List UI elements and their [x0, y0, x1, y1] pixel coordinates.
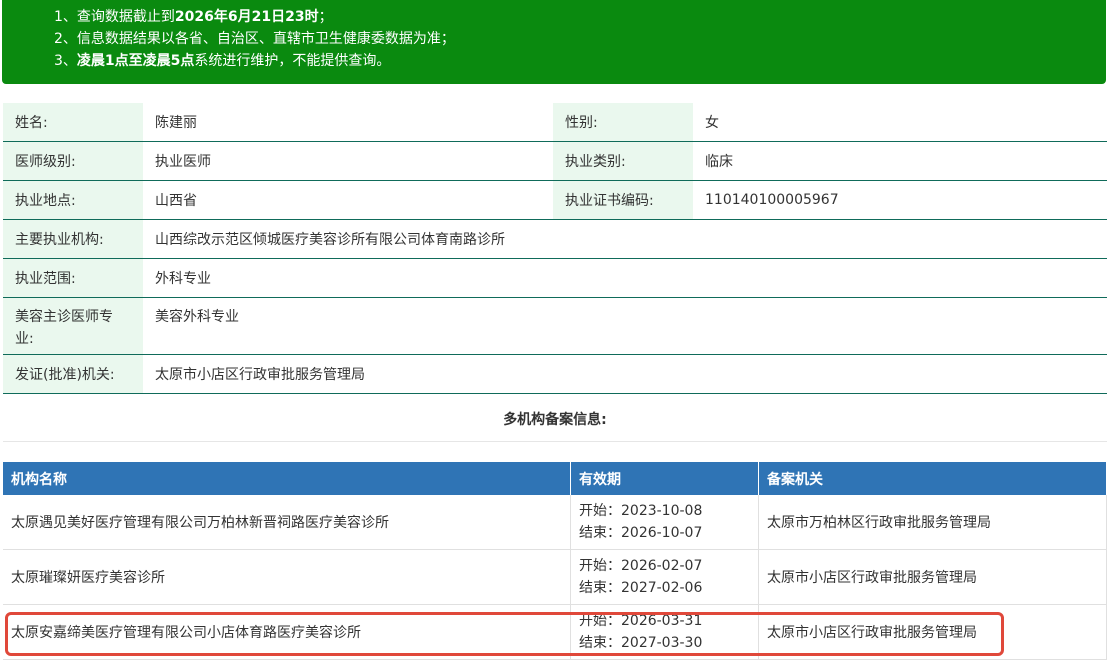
end-date: 结束：2026-10-07 [579, 525, 703, 541]
info-row: 发证(批准)机关: 太原市小店区行政审批服务管理局 [3, 355, 1107, 394]
name-value: 陈建丽 [143, 103, 553, 141]
scope-value: 外科专业 [143, 259, 1107, 297]
org-name: 太原璀璨妍医疗美容诊所 [3, 550, 571, 604]
info-row: 执业范围: 外科专业 [3, 259, 1107, 298]
header-authority: 备案机关 [759, 462, 1107, 495]
notice-line-2: 2、信息数据结果以各省、自治区、直辖市卫生健康委数据为准； [54, 31, 455, 47]
name-label: 姓名: [3, 103, 143, 141]
table-row: 太原璀璨妍医疗美容诊所 开始：2026-02-07 结束：2027-02-06 … [3, 550, 1107, 605]
org-value: 山西综改示范区倾城医疗美容诊所有限公司体育南路诊所 [143, 220, 1107, 258]
location-value: 山西省 [143, 181, 553, 219]
info-row: 医师级别: 执业医师 执业类别: 临床 [3, 142, 1107, 181]
validity: 开始：2026-02-07 结束：2027-02-06 [571, 550, 759, 604]
start-date: 开始：2026-02-07 [579, 558, 703, 574]
level-label: 医师级别: [3, 142, 143, 180]
cert-label: 执业证书编码: [553, 181, 693, 219]
issuer-label: 发证(批准)机关: [3, 355, 143, 393]
authority: 太原市万柏林区行政审批服务管理局 [759, 495, 1107, 549]
validity: 开始：2023-10-08 结束：2026-10-07 [571, 495, 759, 549]
org-name: 太原遇见美好医疗管理有限公司万柏林新晋祠路医疗美容诊所 [3, 495, 571, 549]
beauty-label: 美容主诊医师专业: [3, 298, 143, 354]
info-row: 执业地点: 山西省 执业证书编码: 110140100005967 [3, 181, 1107, 220]
table-row: 太原安嘉缔美医疗管理有限公司小店体育路医疗美容诊所 开始：2026-03-31 … [3, 605, 1107, 660]
doctor-info-table: 姓名: 陈建丽 性别: 女 医师级别: 执业医师 执业类别: 临床 执业地点: … [3, 103, 1107, 394]
info-row: 美容主诊医师专业: 美容外科专业 [3, 298, 1107, 355]
end-date: 结束：2027-03-30 [579, 635, 703, 651]
category-label: 执业类别: [553, 142, 693, 180]
start-date: 开始：2023-10-08 [579, 503, 703, 519]
info-row: 姓名: 陈建丽 性别: 女 [3, 103, 1107, 142]
table-row: 太原遇见美好医疗管理有限公司万柏林新晋祠路医疗美容诊所 开始：2023-10-0… [3, 495, 1107, 550]
multi-org-title: 多机构备案信息: [3, 400, 1107, 442]
info-row: 主要执业机构: 山西综改示范区倾城医疗美容诊所有限公司体育南路诊所 [3, 220, 1107, 259]
gender-label: 性别: [553, 103, 693, 141]
category-value: 临床 [693, 142, 1107, 180]
org-label: 主要执业机构: [3, 220, 143, 258]
level-value: 执业医师 [143, 142, 553, 180]
location-label: 执业地点: [3, 181, 143, 219]
authority: 太原市小店区行政审批服务管理局 [759, 550, 1107, 604]
header-validity: 有效期 [571, 462, 759, 495]
authority: 太原市小店区行政审批服务管理局 [759, 605, 1107, 659]
start-date: 开始：2026-03-31 [579, 613, 703, 629]
validity: 开始：2026-03-31 结束：2027-03-30 [571, 605, 759, 659]
end-date: 结束：2027-02-06 [579, 580, 703, 596]
header-org-name: 机构名称 [3, 462, 571, 495]
multi-org-table: 机构名称 有效期 备案机关 太原遇见美好医疗管理有限公司万柏林新晋祠路医疗美容诊… [3, 462, 1107, 660]
scope-label: 执业范围: [3, 259, 143, 297]
beauty-value: 美容外科专业 [143, 298, 1107, 354]
notice-banner: 1、查询数据截止到2026年6月21日23时； 2、信息数据结果以各省、自治区、… [2, 0, 1106, 84]
cert-value: 110140100005967 [693, 181, 1107, 219]
org-name: 太原安嘉缔美医疗管理有限公司小店体育路医疗美容诊所 [3, 605, 571, 659]
issuer-value: 太原市小店区行政审批服务管理局 [143, 355, 1107, 393]
notice-line-1: 1、查询数据截止到2026年6月21日23时； [54, 9, 333, 25]
notice-line-3: 3、凌晨1点至凌晨5点系统进行维护，不能提供查询。 [54, 53, 391, 69]
gender-value: 女 [693, 103, 1107, 141]
table-header: 机构名称 有效期 备案机关 [3, 462, 1107, 495]
